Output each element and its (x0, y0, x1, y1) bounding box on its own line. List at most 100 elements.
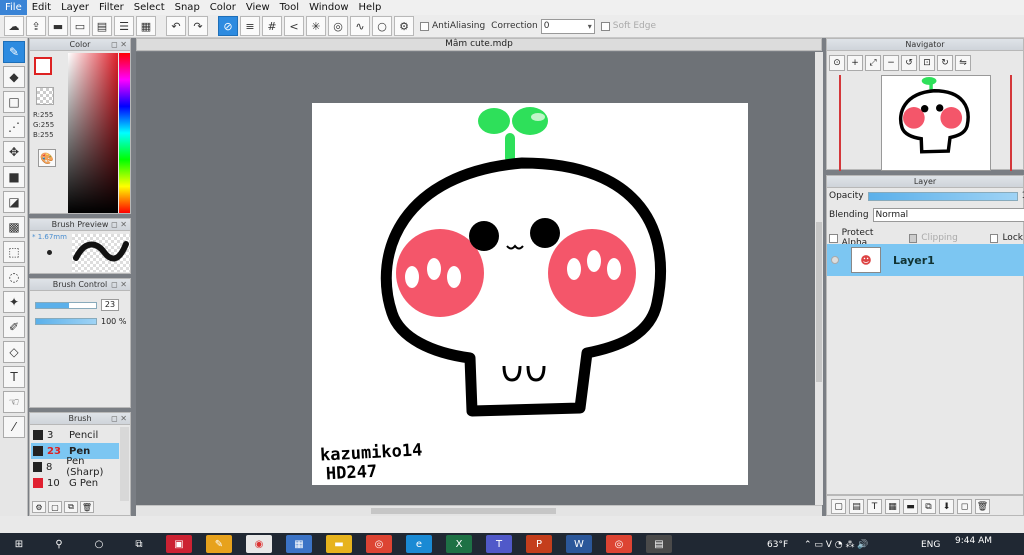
clock[interactable]: 9:44 AM (955, 536, 992, 546)
transparent-color-swatch[interactable] (36, 87, 54, 105)
menu-edit[interactable]: Edit (27, 0, 56, 15)
snap-off-icon[interactable]: ⊘ (218, 16, 238, 36)
vertical-scroll-thumb[interactable] (816, 222, 822, 382)
zoom-actual-icon[interactable]: ⊙ (829, 55, 845, 71)
hand-tool-icon[interactable]: ☜ (3, 391, 25, 413)
zoom-fit-icon[interactable]: ⤢ (865, 55, 881, 71)
rect-tool-icon[interactable]: □ (3, 91, 25, 113)
cortana-icon[interactable]: ○ (86, 535, 112, 553)
brush-item-pen-sharp[interactable]: 8 Pen (Sharp) (31, 456, 119, 478)
flip-icon[interactable]: ⇋ (955, 55, 971, 71)
magic-wand-icon[interactable]: ✦ (3, 291, 25, 313)
snap-vanish-icon[interactable]: < (284, 16, 304, 36)
fill-icon[interactable]: ▬ (48, 16, 68, 36)
duplicate-layer-icon[interactable]: ⧉ (921, 499, 936, 514)
bucket-tool-icon[interactable]: ◪ (3, 191, 25, 213)
snap-ellipse-icon[interactable]: ○ (372, 16, 392, 36)
text-tool-icon[interactable]: T (3, 366, 25, 388)
export-icon[interactable]: ⇪ (26, 16, 46, 36)
menu-snap[interactable]: Snap (170, 0, 205, 15)
search-icon[interactable]: ⚲ (46, 535, 72, 553)
zoom-out-icon[interactable]: − (883, 55, 899, 71)
comment-icon[interactable]: ▭ (70, 16, 90, 36)
clear-layer-icon[interactable]: ◻ (957, 499, 972, 514)
menu-file[interactable]: File (0, 0, 27, 15)
menu-tool[interactable]: Tool (275, 0, 304, 15)
vertical-scrollbar[interactable] (815, 52, 823, 505)
menu-help[interactable]: Help (354, 0, 387, 15)
menu-color[interactable]: Color (205, 0, 241, 15)
app-icon[interactable]: ▤ (646, 535, 672, 553)
soft-edge-toggle[interactable]: Soft Edge (600, 21, 656, 31)
chrome-icon[interactable]: ◎ (366, 535, 392, 553)
brush-tool-icon[interactable]: ✎ (3, 41, 25, 63)
snap-circle-icon[interactable]: ◎ (328, 16, 348, 36)
fill-rect-tool-icon[interactable]: ■ (3, 166, 25, 188)
brush-list-scrollbar[interactable] (120, 427, 129, 501)
zoom-in-icon[interactable]: + (847, 55, 863, 71)
brush-opacity-slider[interactable] (35, 318, 97, 325)
palette-icon[interactable]: 🎨 (38, 149, 56, 167)
brush-item-g-pen[interactable]: 10 G Pen (31, 475, 119, 491)
new-folder-icon[interactable]: ▬ (903, 499, 918, 514)
layer-row[interactable]: ☻ Layer1 (827, 244, 1024, 276)
protect-alpha-checkbox[interactable] (829, 233, 838, 243)
lasso-icon[interactable]: ◌ (3, 266, 25, 288)
snap-grid-icon[interactable]: # (262, 16, 282, 36)
weather-readout[interactable]: 63°F (767, 540, 788, 550)
redo-icon[interactable]: ↷ (188, 16, 208, 36)
blending-select[interactable]: Normal (872, 208, 1024, 222)
horizontal-scroll-thumb[interactable] (371, 508, 556, 514)
brush-size-value[interactable]: 23 (101, 299, 119, 311)
start-icon[interactable]: ⊞ (6, 535, 32, 553)
brush-size-slider[interactable] (35, 301, 97, 309)
settings-icon[interactable]: ⚙ (394, 16, 414, 36)
tray-icons[interactable]: ⌃ ▭ V ◔ ⁂ 🔊 (804, 540, 869, 550)
menu-window[interactable]: Window (304, 0, 353, 15)
fit-icon[interactable]: ▤ (92, 16, 112, 36)
word-icon[interactable]: W (566, 535, 592, 553)
snap-parallel-icon[interactable]: ≡ (240, 16, 260, 36)
excel-icon[interactable]: X (446, 535, 472, 553)
layer-visibility-icon[interactable] (831, 256, 839, 264)
new-text-layer-icon[interactable]: T (867, 499, 882, 514)
list-icon[interactable]: ☰ (114, 16, 134, 36)
app-icon[interactable]: ◉ (246, 535, 272, 553)
grid-icon[interactable]: ▦ (136, 16, 156, 36)
new-raster-icon[interactable]: ▤ (849, 499, 864, 514)
menu-view[interactable]: View (241, 0, 275, 15)
cloud-icon[interactable]: ☁ (4, 16, 24, 36)
antialiasing-toggle[interactable]: AntiAliasing (420, 21, 485, 31)
brush-item-pencil[interactable]: 3 Pencil (31, 427, 119, 443)
dotted-brush-icon[interactable]: ⋰ (3, 116, 25, 138)
snap-curve-icon[interactable]: ∿ (350, 16, 370, 36)
reset-view-icon[interactable]: ⊡ (919, 55, 935, 71)
brush-delete-icon[interactable]: 🗑 (80, 501, 94, 513)
language-indicator[interactable]: ENG (921, 540, 940, 550)
select-pen-icon[interactable]: ✐ (3, 316, 25, 338)
task-view-icon[interactable]: ⧉ (126, 535, 152, 553)
gradient-tool-icon[interactable]: ▩ (3, 216, 25, 238)
delete-layer-icon[interactable]: 🗑 (975, 499, 990, 514)
select-eraser-icon[interactable]: ◇ (3, 341, 25, 363)
rotate-left-icon[interactable]: ↺ (901, 55, 917, 71)
horizontal-scrollbar[interactable] (136, 505, 822, 516)
select-rect-icon[interactable]: ⬚ (3, 241, 25, 263)
app-icon[interactable]: ✎ (206, 535, 232, 553)
powerpoint-icon[interactable]: P (526, 535, 552, 553)
teams-icon[interactable]: T (486, 535, 512, 553)
app-icon[interactable]: ▣ (166, 535, 192, 553)
undo-icon[interactable]: ↶ (166, 16, 186, 36)
menu-layer[interactable]: Layer (56, 0, 94, 15)
move-tool-icon[interactable]: ✥ (3, 141, 25, 163)
hue-slider[interactable] (119, 53, 130, 213)
soft-edge-checkbox[interactable] (600, 21, 610, 31)
layer-opacity-slider[interactable] (867, 191, 1018, 201)
correction-select[interactable]: 0 (540, 18, 595, 34)
antialiasing-checkbox[interactable] (420, 21, 429, 31)
lock-checkbox[interactable] (989, 233, 999, 243)
canvas-area[interactable]: kazumiko14 HD247 (136, 52, 815, 505)
document-tab[interactable]: Mâm cute.mdp (136, 38, 822, 51)
merge-down-icon[interactable]: ⬇ (939, 499, 954, 514)
file-explorer-icon[interactable]: ▬ (326, 535, 352, 553)
